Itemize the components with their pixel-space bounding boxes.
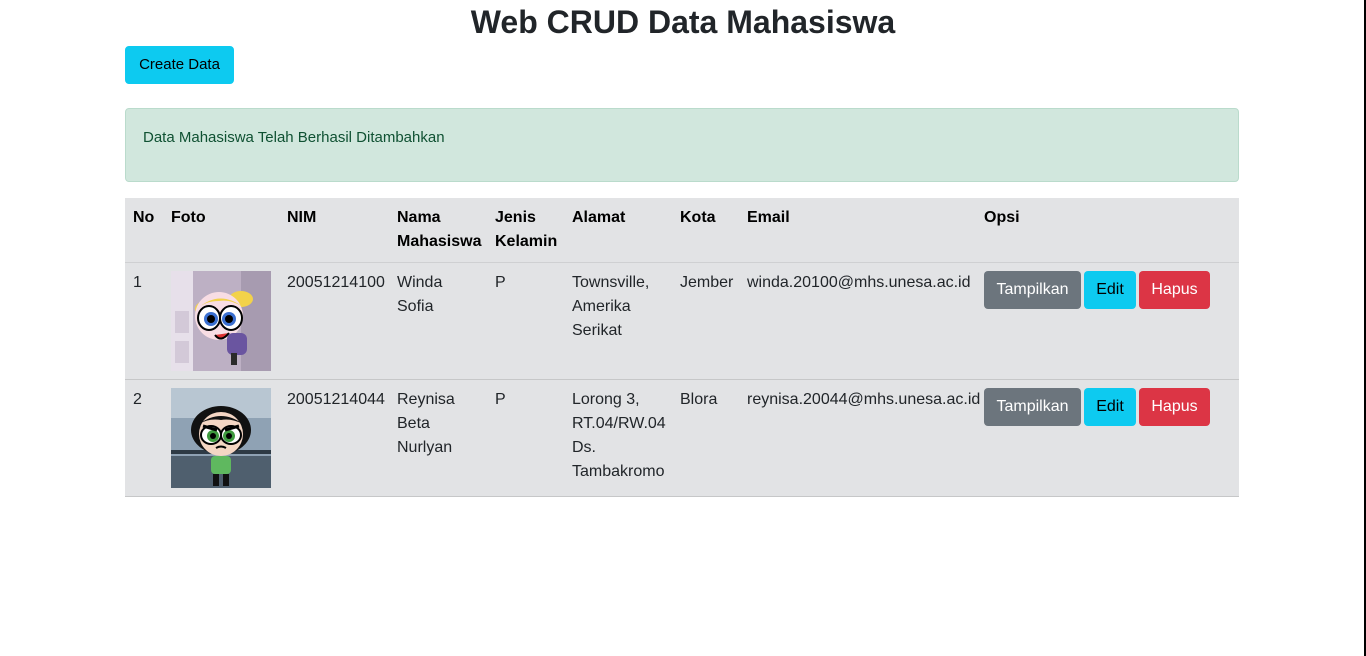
cell-nama: Winda Sofia: [397, 274, 443, 315]
cell-opsi: Tampilkan Edit Hapus: [976, 380, 1239, 497]
cell-nama: Reynisa Beta Nurlyan: [397, 391, 455, 456]
cell-jenis-kelamin: P: [495, 274, 506, 291]
cell-alamat: Townsville, Amerika Serikat: [572, 274, 650, 339]
cell-opsi: Tampilkan Edit Hapus: [976, 263, 1239, 380]
page: Web CRUD Data Mahasiswa Create Data Data…: [0, 0, 1366, 656]
table-row: 1 20051214100 Winda Sofia P Townsville, …: [125, 263, 1239, 380]
header-jenis-kelamin: Jenis Kelamin: [495, 209, 558, 250]
alert-message: Data Mahasiswa Telah Berhasil Ditambahka…: [143, 129, 445, 146]
cell-kota: Blora: [680, 391, 718, 408]
cell-foto: [163, 380, 279, 497]
cell-alamat: Lorong 3, RT.04/RW.04 Ds. Tambakromo: [572, 391, 666, 480]
delete-button[interactable]: Hapus: [1139, 271, 1210, 309]
header-nim: NIM: [287, 209, 317, 226]
cell-jenis-kelamin: P: [495, 391, 506, 408]
page-title: Web CRUD Data Mahasiswa: [470, 4, 896, 40]
header-nama: Nama Mahasiswa: [397, 209, 482, 250]
show-button[interactable]: Tampilkan: [984, 271, 1081, 309]
bubbles-photo: [171, 271, 271, 371]
header-foto: Foto: [171, 209, 206, 226]
edit-button[interactable]: Edit: [1084, 271, 1136, 309]
table-header-row: No Foto NIM Nama Mahasiswa Jenis Kelamin…: [125, 198, 1239, 263]
header-no: No: [133, 209, 155, 226]
header-alamat: Alamat: [572, 209, 626, 226]
buttercup-photo: [171, 388, 271, 488]
cell-no: 2: [133, 391, 142, 408]
cell-nim: 20051214100: [287, 274, 385, 291]
delete-button[interactable]: Hapus: [1139, 388, 1210, 426]
header-opsi: Opsi: [984, 209, 1020, 226]
table-row: 2 20051214044 Reynisa Beta Nurlyan P Lor…: [125, 380, 1239, 497]
cell-no: 1: [133, 274, 142, 291]
show-button[interactable]: Tampilkan: [984, 388, 1081, 426]
header-email: Email: [747, 209, 790, 226]
create-data-button[interactable]: Create Data: [125, 46, 234, 84]
cell-foto: [163, 263, 279, 380]
success-alert: Data Mahasiswa Telah Berhasil Ditambahka…: [125, 108, 1239, 182]
cell-email: winda.20100@mhs.unesa.ac.id: [747, 274, 971, 291]
cell-email: reynisa.20044@mhs.unesa.ac.id: [747, 391, 981, 408]
cell-kota: Jember: [680, 274, 734, 291]
header-kota: Kota: [680, 209, 716, 226]
student-table: No Foto NIM Nama Mahasiswa Jenis Kelamin…: [125, 198, 1239, 497]
edit-button[interactable]: Edit: [1084, 388, 1136, 426]
cell-nim: 20051214044: [287, 391, 385, 408]
